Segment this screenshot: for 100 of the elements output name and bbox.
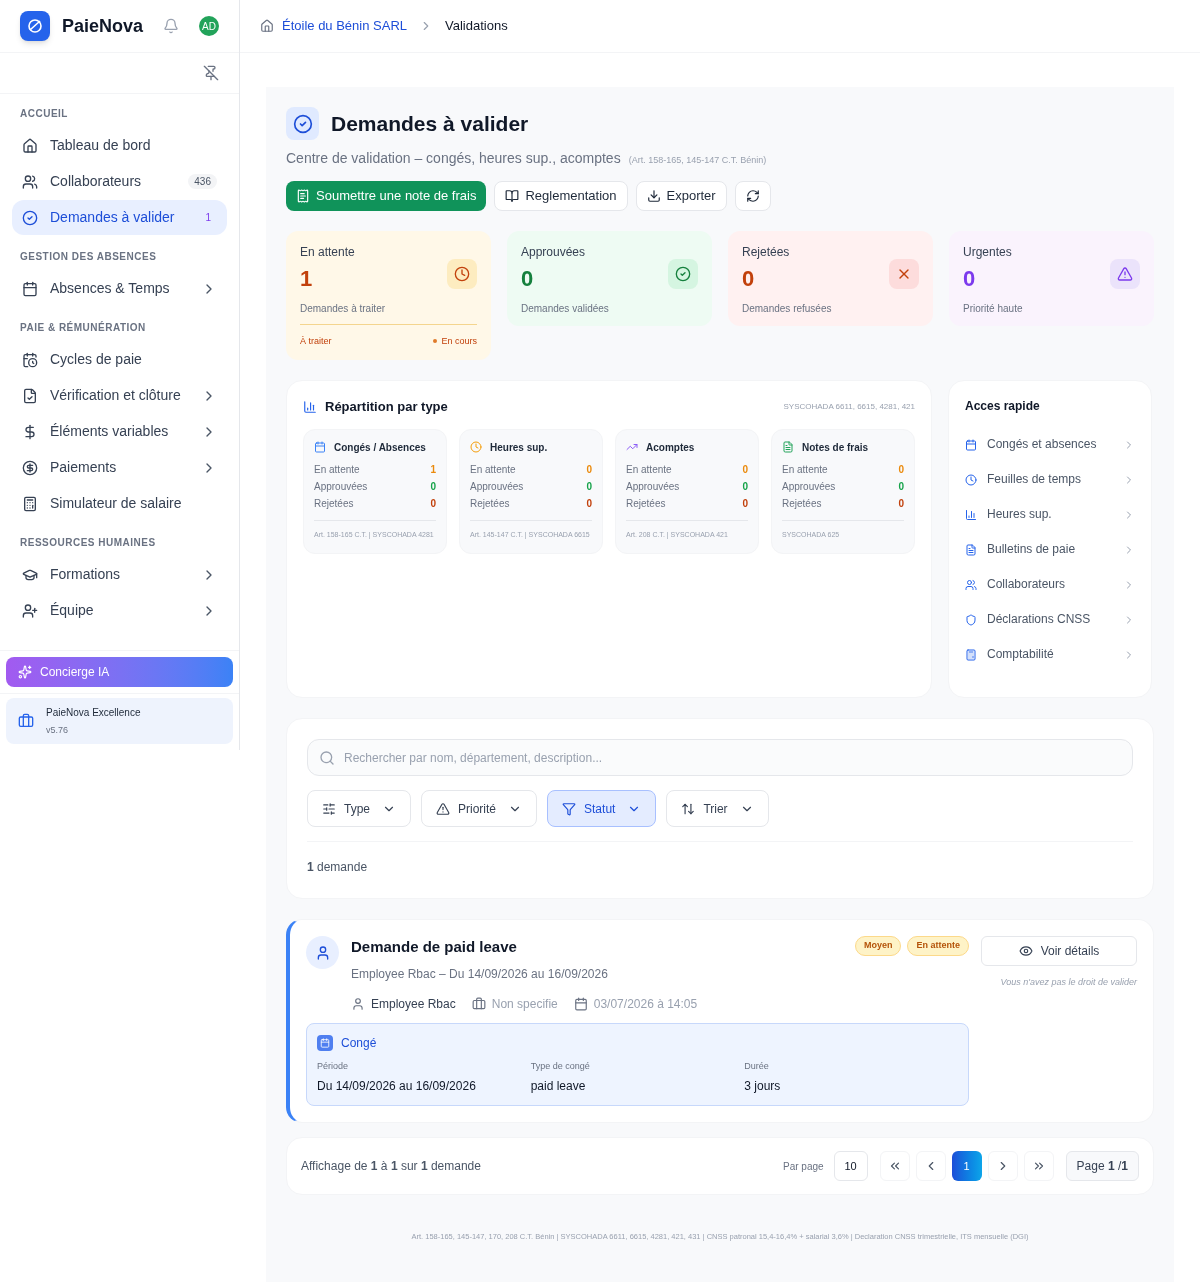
filter-button[interactable]: Trier <box>666 790 769 827</box>
status-label: Approuvées <box>626 479 680 494</box>
quick-link[interactable]: Déclarations CNSS <box>965 602 1135 637</box>
home-icon[interactable] <box>260 19 274 33</box>
status-text: En cours <box>433 334 477 348</box>
status-count: 0 <box>586 462 592 477</box>
briefcase-icon <box>18 713 34 729</box>
quick-link[interactable]: Bulletins de paie <box>965 532 1135 567</box>
sidebar-item[interactable]: Demandes à valider 1 <box>12 200 227 235</box>
action-button[interactable]: Soumettre une note de frais <box>286 181 487 211</box>
stat-label: En attente <box>300 244 355 261</box>
download-icon <box>646 189 661 203</box>
status-label: Rejetées <box>314 496 354 511</box>
refresh-button[interactable] <box>734 181 771 211</box>
status-count: 0 <box>898 496 904 511</box>
quick-link[interactable]: Heures sup. <box>965 497 1135 532</box>
receipt-icon <box>296 189 310 203</box>
status-count: 0 <box>586 496 592 511</box>
status-count: 0 <box>742 479 748 494</box>
quick-link[interactable]: Comptabilité <box>965 637 1135 672</box>
action-button[interactable]: Exporter <box>635 181 727 211</box>
sidebar-item[interactable]: Absences & Temps <box>12 271 227 306</box>
account-codes: SYSCOHADA 6611, 6615, 4281, 421 <box>783 400 915 413</box>
calendar-icon <box>573 996 588 1011</box>
sidebar-item[interactable]: Équipe <box>12 593 227 628</box>
status-count: 1 <box>430 462 436 477</box>
nav-icon <box>22 459 38 476</box>
page-indicator: Page 1 /1 <box>1065 1151 1139 1181</box>
status-count: 0 <box>742 496 748 511</box>
status-label: Approuvées <box>782 479 836 494</box>
request-subtitle: Employee Rbac – Du 14/09/2026 au 16/09/2026 <box>351 965 609 983</box>
sidebar-item[interactable]: Tableau de bord <box>12 128 227 163</box>
filter-button[interactable]: Statut <box>547 790 657 827</box>
nav-icon <box>22 137 38 154</box>
last-page-button[interactable] <box>1023 1151 1054 1181</box>
stat-caption: Priorité haute <box>963 301 1024 316</box>
chart-icon <box>303 399 317 414</box>
section-heading: GESTION DES ABSENCES <box>19 250 158 264</box>
check-icon <box>286 107 319 140</box>
stat-value: 0 <box>521 265 535 293</box>
user-avatar <box>306 936 339 969</box>
sidebar-item[interactable]: Vérification et clôture <box>12 378 227 413</box>
concierge-button[interactable]: Concierge IA <box>6 657 233 687</box>
status-label: En attente <box>470 462 516 477</box>
refresh-icon <box>745 189 760 203</box>
quick-link[interactable]: Feuilles de temps <box>965 462 1135 497</box>
stat-label: Urgentes <box>963 244 1012 261</box>
quick-link[interactable]: Congés et absences <box>965 427 1135 462</box>
filter-button[interactable]: Priorité <box>421 790 538 827</box>
stat-caption: Demandes refusées <box>742 301 833 316</box>
bell-icon[interactable] <box>163 18 179 34</box>
status-label: En attente <box>314 462 360 477</box>
status-count: 0 <box>430 479 436 494</box>
type-title: Congés / Absences <box>334 440 426 455</box>
nav-icon <box>22 387 38 404</box>
status-count: 0 <box>742 462 748 477</box>
stat-icon <box>1110 259 1140 289</box>
stat-value: 0 <box>742 265 756 293</box>
page-subtitle: Centre de validation – congés, heures sup., acomptes <box>286 149 621 168</box>
stat-value: 1 <box>300 265 314 293</box>
sidebar-item[interactable]: Formations <box>12 557 227 592</box>
status-label: Approuvées <box>470 479 524 494</box>
per-page-select[interactable]: 10 <box>833 1151 868 1181</box>
search-field[interactable]: Rechercher par nom, département, description... <box>307 739 1133 776</box>
status-label: Approuvées <box>314 479 368 494</box>
status-label: En attente <box>626 462 672 477</box>
sparkles-icon <box>18 665 32 679</box>
stat-icon <box>889 259 919 289</box>
sidebar-item[interactable]: Paiements <box>12 450 227 485</box>
status-label: Rejetées <box>626 496 666 511</box>
nav-icon <box>22 423 38 440</box>
section-heading: RESSOURCES HUMAINES <box>19 536 157 550</box>
quick-link[interactable]: Collaborateurs <box>965 567 1135 602</box>
field-value: 3 jours <box>744 1078 782 1095</box>
item-count: 1 <box>204 211 212 225</box>
unpin-icon[interactable] <box>203 65 219 81</box>
status-label: Rejetées <box>470 496 510 511</box>
nav-icon <box>22 209 38 226</box>
brand-name: PaieNova <box>62 14 144 38</box>
field-label: Type de congé <box>530 1059 591 1073</box>
sidebar-item[interactable]: Cycles de paie <box>12 342 227 377</box>
action-button[interactable]: Reglementation <box>494 181 628 211</box>
detail-type: Congé <box>341 1034 377 1052</box>
sidebar-item[interactable]: Simulateur de salaire <box>12 486 227 521</box>
status-count: 0 <box>430 496 436 511</box>
view-details-button[interactable]: Voir détails <box>981 936 1137 966</box>
person-icon <box>351 996 365 1011</box>
breadcrumb-current: Validations <box>445 17 508 36</box>
sidebar-item[interactable]: Éléments variables <box>12 414 227 449</box>
stat-footer: À traiter <box>300 334 332 348</box>
plan-name: PaieNova Excellence <box>46 705 141 720</box>
search-icon <box>319 750 335 766</box>
status-badge: Moyen <box>854 936 902 956</box>
breadcrumb-link[interactable]: Étoile du Bénin SARL <box>282 16 408 36</box>
filter-button[interactable]: Type <box>307 790 411 827</box>
stat-icon <box>668 259 698 289</box>
page-button[interactable]: 1 <box>951 1151 982 1181</box>
first-page-button[interactable] <box>879 1151 910 1181</box>
sidebar-item[interactable]: Collaborateurs 436 <box>12 164 227 199</box>
field-label: Période <box>317 1059 350 1073</box>
